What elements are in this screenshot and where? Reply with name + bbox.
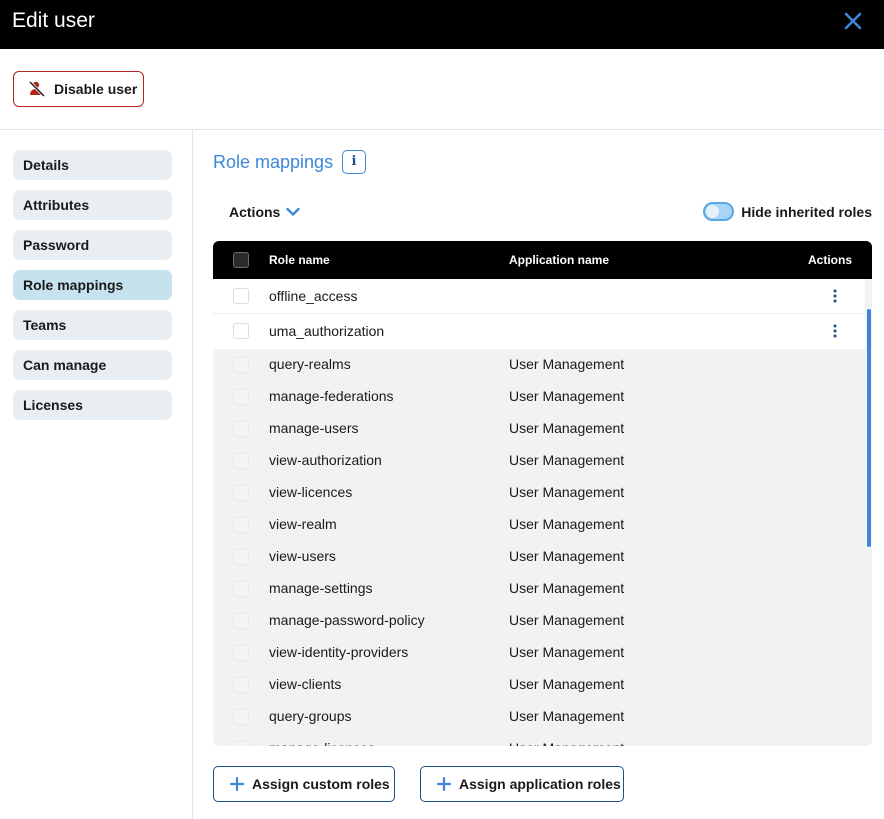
- table-row[interactable]: query-realms User Management: [213, 349, 865, 381]
- table-row[interactable]: manage-settings User Management: [213, 573, 865, 605]
- chevron-down-icon: [286, 207, 301, 216]
- table-row[interactable]: view-clients User Management: [213, 669, 865, 701]
- select-all-checkbox[interactable]: [233, 252, 249, 268]
- table-row[interactable]: uma_authorization: [213, 314, 865, 349]
- sidebar: Details Attributes Password Role mapping…: [0, 130, 193, 819]
- application-name-cell: User Management: [509, 388, 625, 404]
- plus-icon: [230, 777, 244, 791]
- sidebar-item-can-manage[interactable]: Can manage: [13, 350, 172, 380]
- table-row[interactable]: view-identity-providers User Management: [213, 637, 865, 669]
- disable-user-label: Disable user: [54, 81, 138, 97]
- sidebar-item-teams[interactable]: Teams: [13, 310, 172, 340]
- sidebar-item-attributes[interactable]: Attributes: [13, 190, 172, 220]
- application-name-cell: User Management: [509, 580, 625, 596]
- sidebar-item-details[interactable]: Details: [13, 150, 172, 180]
- table-row[interactable]: manage-licences User Management: [213, 733, 865, 746]
- role-name-cell: manage-licences: [269, 740, 375, 746]
- row-checkbox: [233, 517, 249, 533]
- kebab-menu-icon[interactable]: [829, 324, 841, 338]
- assign-application-roles-label: Assign application roles: [459, 776, 621, 792]
- role-mappings-table: Role name Application name Actions offli…: [213, 241, 872, 746]
- column-header-role-name: Role name: [269, 253, 330, 267]
- column-header-actions: Actions: [807, 253, 852, 267]
- table-row[interactable]: query-groups User Management: [213, 701, 865, 733]
- application-name-cell: User Management: [509, 740, 624, 746]
- toolbar: Disable user: [0, 49, 884, 130]
- application-name-cell: User Management: [509, 356, 625, 372]
- row-checkbox: [233, 453, 249, 469]
- role-name-cell: view-identity-providers: [269, 644, 409, 660]
- application-name-cell: User Management: [509, 516, 625, 532]
- main-panel: Role mappings i Actions Hide inherited r…: [193, 130, 884, 819]
- close-icon[interactable]: [842, 10, 864, 32]
- role-name-cell: manage-password-policy: [269, 612, 425, 628]
- row-checkbox: [233, 389, 249, 405]
- table-row[interactable]: manage-federations User Management: [213, 381, 865, 413]
- application-name-cell: User Management: [509, 548, 625, 564]
- assign-custom-roles-label: Assign custom roles: [252, 776, 390, 792]
- actions-dropdown[interactable]: Actions: [229, 204, 301, 220]
- application-name-cell: User Management: [509, 644, 625, 660]
- application-name-cell: User Management: [509, 484, 625, 500]
- role-name-cell: view-licences: [269, 484, 353, 500]
- row-checkbox: [233, 549, 249, 565]
- role-name-cell: manage-federations: [269, 388, 394, 404]
- role-name-cell: query-groups: [269, 708, 352, 724]
- row-checkbox: [233, 357, 249, 373]
- table-row[interactable]: view-authorization User Management: [213, 445, 865, 477]
- role-name-cell: offline_access: [269, 288, 358, 304]
- window-title: Edit user: [12, 9, 95, 32]
- table-row[interactable]: manage-users User Management: [213, 413, 865, 445]
- role-name-cell: view-users: [269, 548, 336, 564]
- row-checkbox: [233, 741, 249, 746]
- table-header: Role name Application name Actions: [213, 241, 872, 279]
- application-name-cell: User Management: [509, 420, 625, 436]
- sidebar-item-password[interactable]: Password: [13, 230, 172, 260]
- assign-application-roles-button[interactable]: Assign application roles: [420, 766, 624, 802]
- row-checkbox[interactable]: [233, 288, 249, 304]
- table-row[interactable]: view-realm User Management: [213, 509, 865, 541]
- table-row[interactable]: view-users User Management: [213, 541, 865, 573]
- row-checkbox: [233, 613, 249, 629]
- row-checkbox: [233, 581, 249, 597]
- row-checkbox: [233, 709, 249, 725]
- row-checkbox: [233, 421, 249, 437]
- toggle-knob: [706, 205, 720, 218]
- role-name-cell: view-authorization: [269, 452, 382, 468]
- application-name-cell: User Management: [509, 452, 625, 468]
- sidebar-item-licenses[interactable]: Licenses: [13, 390, 172, 420]
- column-header-application-name: Application name: [509, 253, 610, 267]
- table-row[interactable]: offline_access: [213, 279, 865, 314]
- info-icon[interactable]: i: [342, 150, 366, 174]
- hide-inherited-toggle-group: Hide inherited roles: [703, 202, 872, 221]
- kebab-menu-icon[interactable]: [829, 289, 841, 303]
- user-disabled-icon: [28, 80, 46, 98]
- row-checkbox: [233, 485, 249, 501]
- actions-dropdown-label: Actions: [229, 204, 281, 220]
- application-name-cell: User Management: [509, 676, 625, 692]
- role-name-cell: view-realm: [269, 516, 337, 532]
- plus-icon: [437, 777, 451, 791]
- row-checkbox: [233, 677, 249, 693]
- table-body[interactable]: offline_access uma_authorization query-rea…: [213, 279, 872, 746]
- row-checkbox[interactable]: [233, 323, 249, 339]
- disable-user-button[interactable]: Disable user: [13, 71, 144, 107]
- role-name-cell: view-clients: [269, 676, 342, 692]
- hide-inherited-label: Hide inherited roles: [741, 203, 872, 220]
- assign-custom-roles-button[interactable]: Assign custom roles: [213, 766, 395, 802]
- table-scrollbar[interactable]: [867, 309, 871, 547]
- application-name-cell: User Management: [509, 708, 625, 724]
- section-title: Role mappings: [213, 152, 334, 172]
- role-name-cell: manage-settings: [269, 580, 373, 596]
- application-name-cell: User Management: [509, 612, 625, 628]
- table-row[interactable]: view-licences User Management: [213, 477, 865, 509]
- role-name-cell: uma_authorization: [269, 323, 385, 339]
- role-name-cell: manage-users: [269, 420, 359, 436]
- table-row[interactable]: manage-password-policy User Management: [213, 605, 865, 637]
- sidebar-item-role-mappings[interactable]: Role mappings: [13, 270, 172, 300]
- role-name-cell: query-realms: [269, 356, 351, 372]
- row-checkbox: [233, 645, 249, 661]
- title-bar: Edit user: [0, 0, 884, 49]
- hide-inherited-toggle[interactable]: [703, 202, 735, 221]
